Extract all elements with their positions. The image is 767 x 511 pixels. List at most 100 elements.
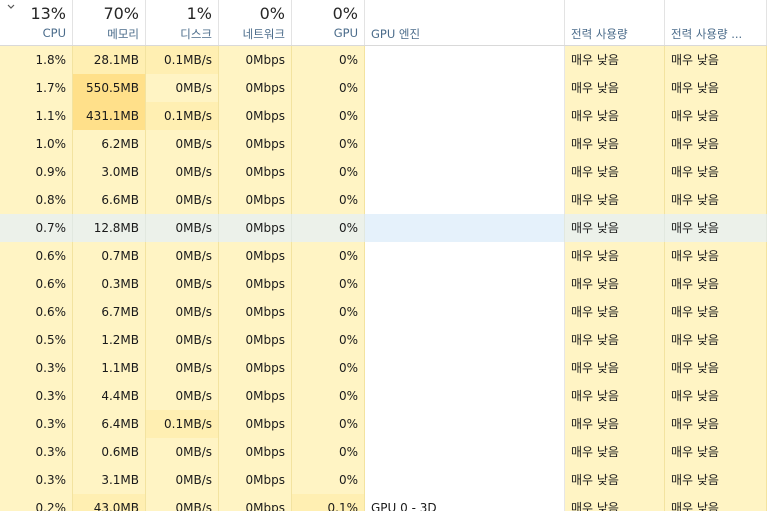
cell-power-trend: 매우 낮음	[665, 270, 767, 298]
table-row[interactable]: 0.9% 3.0MB 0MB/s 0Mbps 0% 매우 낮음 매우 낮음	[0, 158, 767, 186]
cell-gpu: 0%	[292, 354, 365, 382]
cell-gpu-engine	[365, 382, 565, 410]
table-row[interactable]: 0.3% 4.4MB 0MB/s 0Mbps 0% 매우 낮음 매우 낮음	[0, 382, 767, 410]
cell-network: 0Mbps	[219, 186, 292, 214]
cell-power: 매우 낮음	[565, 270, 665, 298]
column-header-power-trend[interactable]: 전력 사용량 ...	[665, 0, 767, 45]
cell-power-trend: 매우 낮음	[665, 130, 767, 158]
column-header-gpu-label: GPU	[333, 26, 358, 40]
cell-memory: 6.4MB	[73, 410, 146, 438]
table-row[interactable]: 1.1% 431.1MB 0.1MB/s 0Mbps 0% 매우 낮음 매우 낮음	[0, 102, 767, 130]
cell-disk: 0.1MB/s	[146, 410, 219, 438]
cell-cpu: 0.3%	[0, 438, 73, 466]
cell-disk: 0MB/s	[146, 494, 219, 511]
cell-power: 매우 낮음	[565, 494, 665, 511]
cell-network: 0Mbps	[219, 242, 292, 270]
cell-network: 0Mbps	[219, 298, 292, 326]
cell-cpu: 0.5%	[0, 326, 73, 354]
cell-disk: 0MB/s	[146, 382, 219, 410]
cell-memory: 3.0MB	[73, 158, 146, 186]
cell-gpu: 0%	[292, 438, 365, 466]
cell-cpu: 0.3%	[0, 466, 73, 494]
cell-gpu-engine	[365, 130, 565, 158]
cell-power-trend: 매우 낮음	[665, 186, 767, 214]
table-row[interactable]: 0.2% 43.0MB 0MB/s 0Mbps 0.1% GPU 0 - 3D 매우 낮음 매…	[0, 494, 767, 511]
column-header-cpu-label: CPU	[42, 26, 66, 40]
column-header-disk[interactable]: 1% 디스크	[146, 0, 219, 45]
cell-memory: 0.6MB	[73, 438, 146, 466]
chevron-down-icon[interactable]	[6, 3, 16, 11]
column-header-cpu[interactable]: 13% CPU	[0, 0, 73, 45]
column-header-disk-label: 디스크	[180, 27, 212, 41]
cell-power: 매우 낮음	[565, 354, 665, 382]
cell-power: 매우 낮음	[565, 298, 665, 326]
cell-memory: 550.5MB	[73, 74, 146, 102]
table-row[interactable]: 0.3% 3.1MB 0MB/s 0Mbps 0% 매우 낮음 매우 낮음	[0, 466, 767, 494]
cell-cpu: 1.0%	[0, 130, 73, 158]
cell-power-trend: 매우 낮음	[665, 438, 767, 466]
cell-power: 매우 낮음	[565, 130, 665, 158]
cell-cpu: 1.8%	[0, 46, 73, 74]
table-row[interactable]: 0.6% 6.7MB 0MB/s 0Mbps 0% 매우 낮음 매우 낮음	[0, 298, 767, 326]
column-header-gpu[interactable]: 0% GPU	[292, 0, 365, 45]
table-row[interactable]: 1.7% 550.5MB 0MB/s 0Mbps 0% 매우 낮음 매우 낮음	[0, 74, 767, 102]
cell-power-trend: 매우 낮음	[665, 298, 767, 326]
cell-power-trend: 매우 낮음	[665, 74, 767, 102]
column-header-network-percent: 0%	[259, 4, 285, 23]
column-header-network[interactable]: 0% 네트워크	[219, 0, 292, 45]
column-header-gpu-engine[interactable]: GPU 엔진	[365, 0, 565, 45]
cell-network: 0Mbps	[219, 130, 292, 158]
cell-power: 매우 낮음	[565, 242, 665, 270]
column-header-disk-percent: 1%	[186, 4, 212, 23]
table-row[interactable]: 0.3% 0.6MB 0MB/s 0Mbps 0% 매우 낮음 매우 낮음	[0, 438, 767, 466]
cell-power: 매우 낮음	[565, 382, 665, 410]
column-header-power-label: 전력 사용량	[571, 27, 628, 41]
cell-cpu: 0.8%	[0, 186, 73, 214]
cell-memory: 43.0MB	[73, 494, 146, 511]
cell-gpu: 0%	[292, 466, 365, 494]
cell-memory: 6.2MB	[73, 130, 146, 158]
table-row[interactable]: 1.0% 6.2MB 0MB/s 0Mbps 0% 매우 낮음 매우 낮음	[0, 130, 767, 158]
cell-gpu: 0%	[292, 130, 365, 158]
cell-memory: 431.1MB	[73, 102, 146, 130]
cell-gpu-engine	[365, 466, 565, 494]
cell-gpu-engine	[365, 158, 565, 186]
table-row[interactable]: 1.8% 28.1MB 0.1MB/s 0Mbps 0% 매우 낮음 매우 낮음	[0, 46, 767, 74]
cell-network: 0Mbps	[219, 214, 292, 242]
cell-power: 매우 낮음	[565, 438, 665, 466]
cell-power-trend: 매우 낮음	[665, 242, 767, 270]
column-header-power[interactable]: 전력 사용량	[565, 0, 665, 45]
column-header-memory-percent: 70%	[103, 4, 139, 23]
cell-gpu: 0%	[292, 186, 365, 214]
cell-network: 0Mbps	[219, 102, 292, 130]
cell-disk: 0MB/s	[146, 186, 219, 214]
table-row[interactable]: 0.3% 6.4MB 0.1MB/s 0Mbps 0% 매우 낮음 매우 낮음	[0, 410, 767, 438]
cell-memory: 3.1MB	[73, 466, 146, 494]
cell-disk: 0MB/s	[146, 74, 219, 102]
column-header-gpu-engine-label: GPU 엔진	[371, 27, 421, 41]
cell-power-trend: 매우 낮음	[665, 326, 767, 354]
cell-network: 0Mbps	[219, 466, 292, 494]
cell-power-trend: 매우 낮음	[665, 382, 767, 410]
table-row[interactable]: 0.6% 0.3MB 0MB/s 0Mbps 0% 매우 낮음 매우 낮음	[0, 270, 767, 298]
cell-cpu: 1.7%	[0, 74, 73, 102]
cell-gpu: 0%	[292, 382, 365, 410]
cell-disk: 0MB/s	[146, 354, 219, 382]
cell-disk: 0MB/s	[146, 438, 219, 466]
cell-disk: 0MB/s	[146, 466, 219, 494]
cell-network: 0Mbps	[219, 494, 292, 511]
cell-cpu: 0.3%	[0, 410, 73, 438]
cell-memory: 4.4MB	[73, 382, 146, 410]
table-row[interactable]: 0.7% 12.8MB 0MB/s 0Mbps 0% 매우 낮음 매우 낮음	[0, 214, 767, 242]
cell-gpu-engine	[365, 242, 565, 270]
cell-gpu-engine	[365, 214, 565, 242]
column-header-memory[interactable]: 70% 메모리	[73, 0, 146, 45]
cell-memory: 0.3MB	[73, 270, 146, 298]
cell-power-trend: 매우 낮음	[665, 466, 767, 494]
table-row[interactable]: 0.5% 1.2MB 0MB/s 0Mbps 0% 매우 낮음 매우 낮음	[0, 326, 767, 354]
cell-power-trend: 매우 낮음	[665, 214, 767, 242]
table-row[interactable]: 0.3% 1.1MB 0MB/s 0Mbps 0% 매우 낮음 매우 낮음	[0, 354, 767, 382]
table-row[interactable]: 0.8% 6.6MB 0MB/s 0Mbps 0% 매우 낮음 매우 낮음	[0, 186, 767, 214]
cell-power: 매우 낮음	[565, 46, 665, 74]
table-row[interactable]: 0.6% 0.7MB 0MB/s 0Mbps 0% 매우 낮음 매우 낮음	[0, 242, 767, 270]
